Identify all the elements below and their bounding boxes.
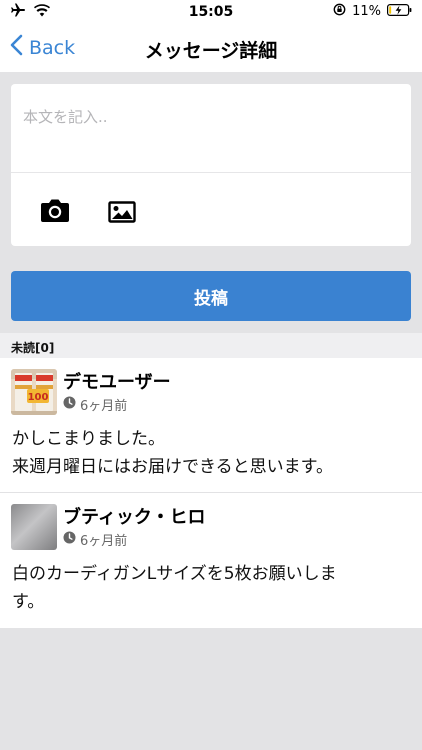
clock-icon [63, 531, 76, 548]
clock-icon [63, 396, 76, 413]
sender-name: デモユーザー [63, 372, 171, 393]
navigation-bar: Back メッセージ詳細 [0, 24, 422, 72]
message-time: 6ヶ月前 [63, 395, 127, 414]
sender-name: ブティック・ヒロ [63, 507, 206, 528]
message-body: かしこまりました。 来週月曜日にはお届けできると思います。 [12, 429, 333, 477]
message-item: ブティック・ヒロ 6ヶ月前 白のカーディガンLサイズを5枚お願いしま す。 [0, 493, 422, 628]
time-label: 6ヶ月前 [80, 534, 128, 549]
post-button[interactable]: 投稿 [11, 271, 411, 321]
message-input[interactable] [11, 84, 411, 172]
compose-box [11, 84, 411, 246]
image-icon[interactable] [108, 201, 136, 227]
rotation-lock-icon [333, 3, 346, 20]
page-title: メッセージ詳細 [144, 40, 278, 62]
battery-percent: 11% [352, 4, 381, 19]
unread-section-header: 未読[0] [0, 333, 422, 358]
message-list: 100 デモユーザー 6ヶ月前 かしこまりました。 来週月曜日にはお届けできると… [0, 358, 422, 628]
time-label: 6ヶ月前 [80, 399, 128, 414]
status-bar: 15:05 11% [0, 0, 422, 24]
avatar: 100 [11, 369, 57, 415]
message-time: 6ヶ月前 [63, 530, 127, 549]
message-item: 100 デモユーザー 6ヶ月前 かしこまりました。 来週月曜日にはお届けできると… [0, 358, 422, 493]
avatar [11, 504, 57, 550]
message-body: 白のカーディガンLサイズを5枚お願いしま す。 [12, 564, 337, 612]
battery-icon [387, 3, 412, 20]
compose-divider [11, 172, 411, 173]
camera-icon[interactable] [40, 198, 70, 228]
status-right: 11% [333, 3, 412, 20]
svg-text:100: 100 [28, 392, 49, 403]
